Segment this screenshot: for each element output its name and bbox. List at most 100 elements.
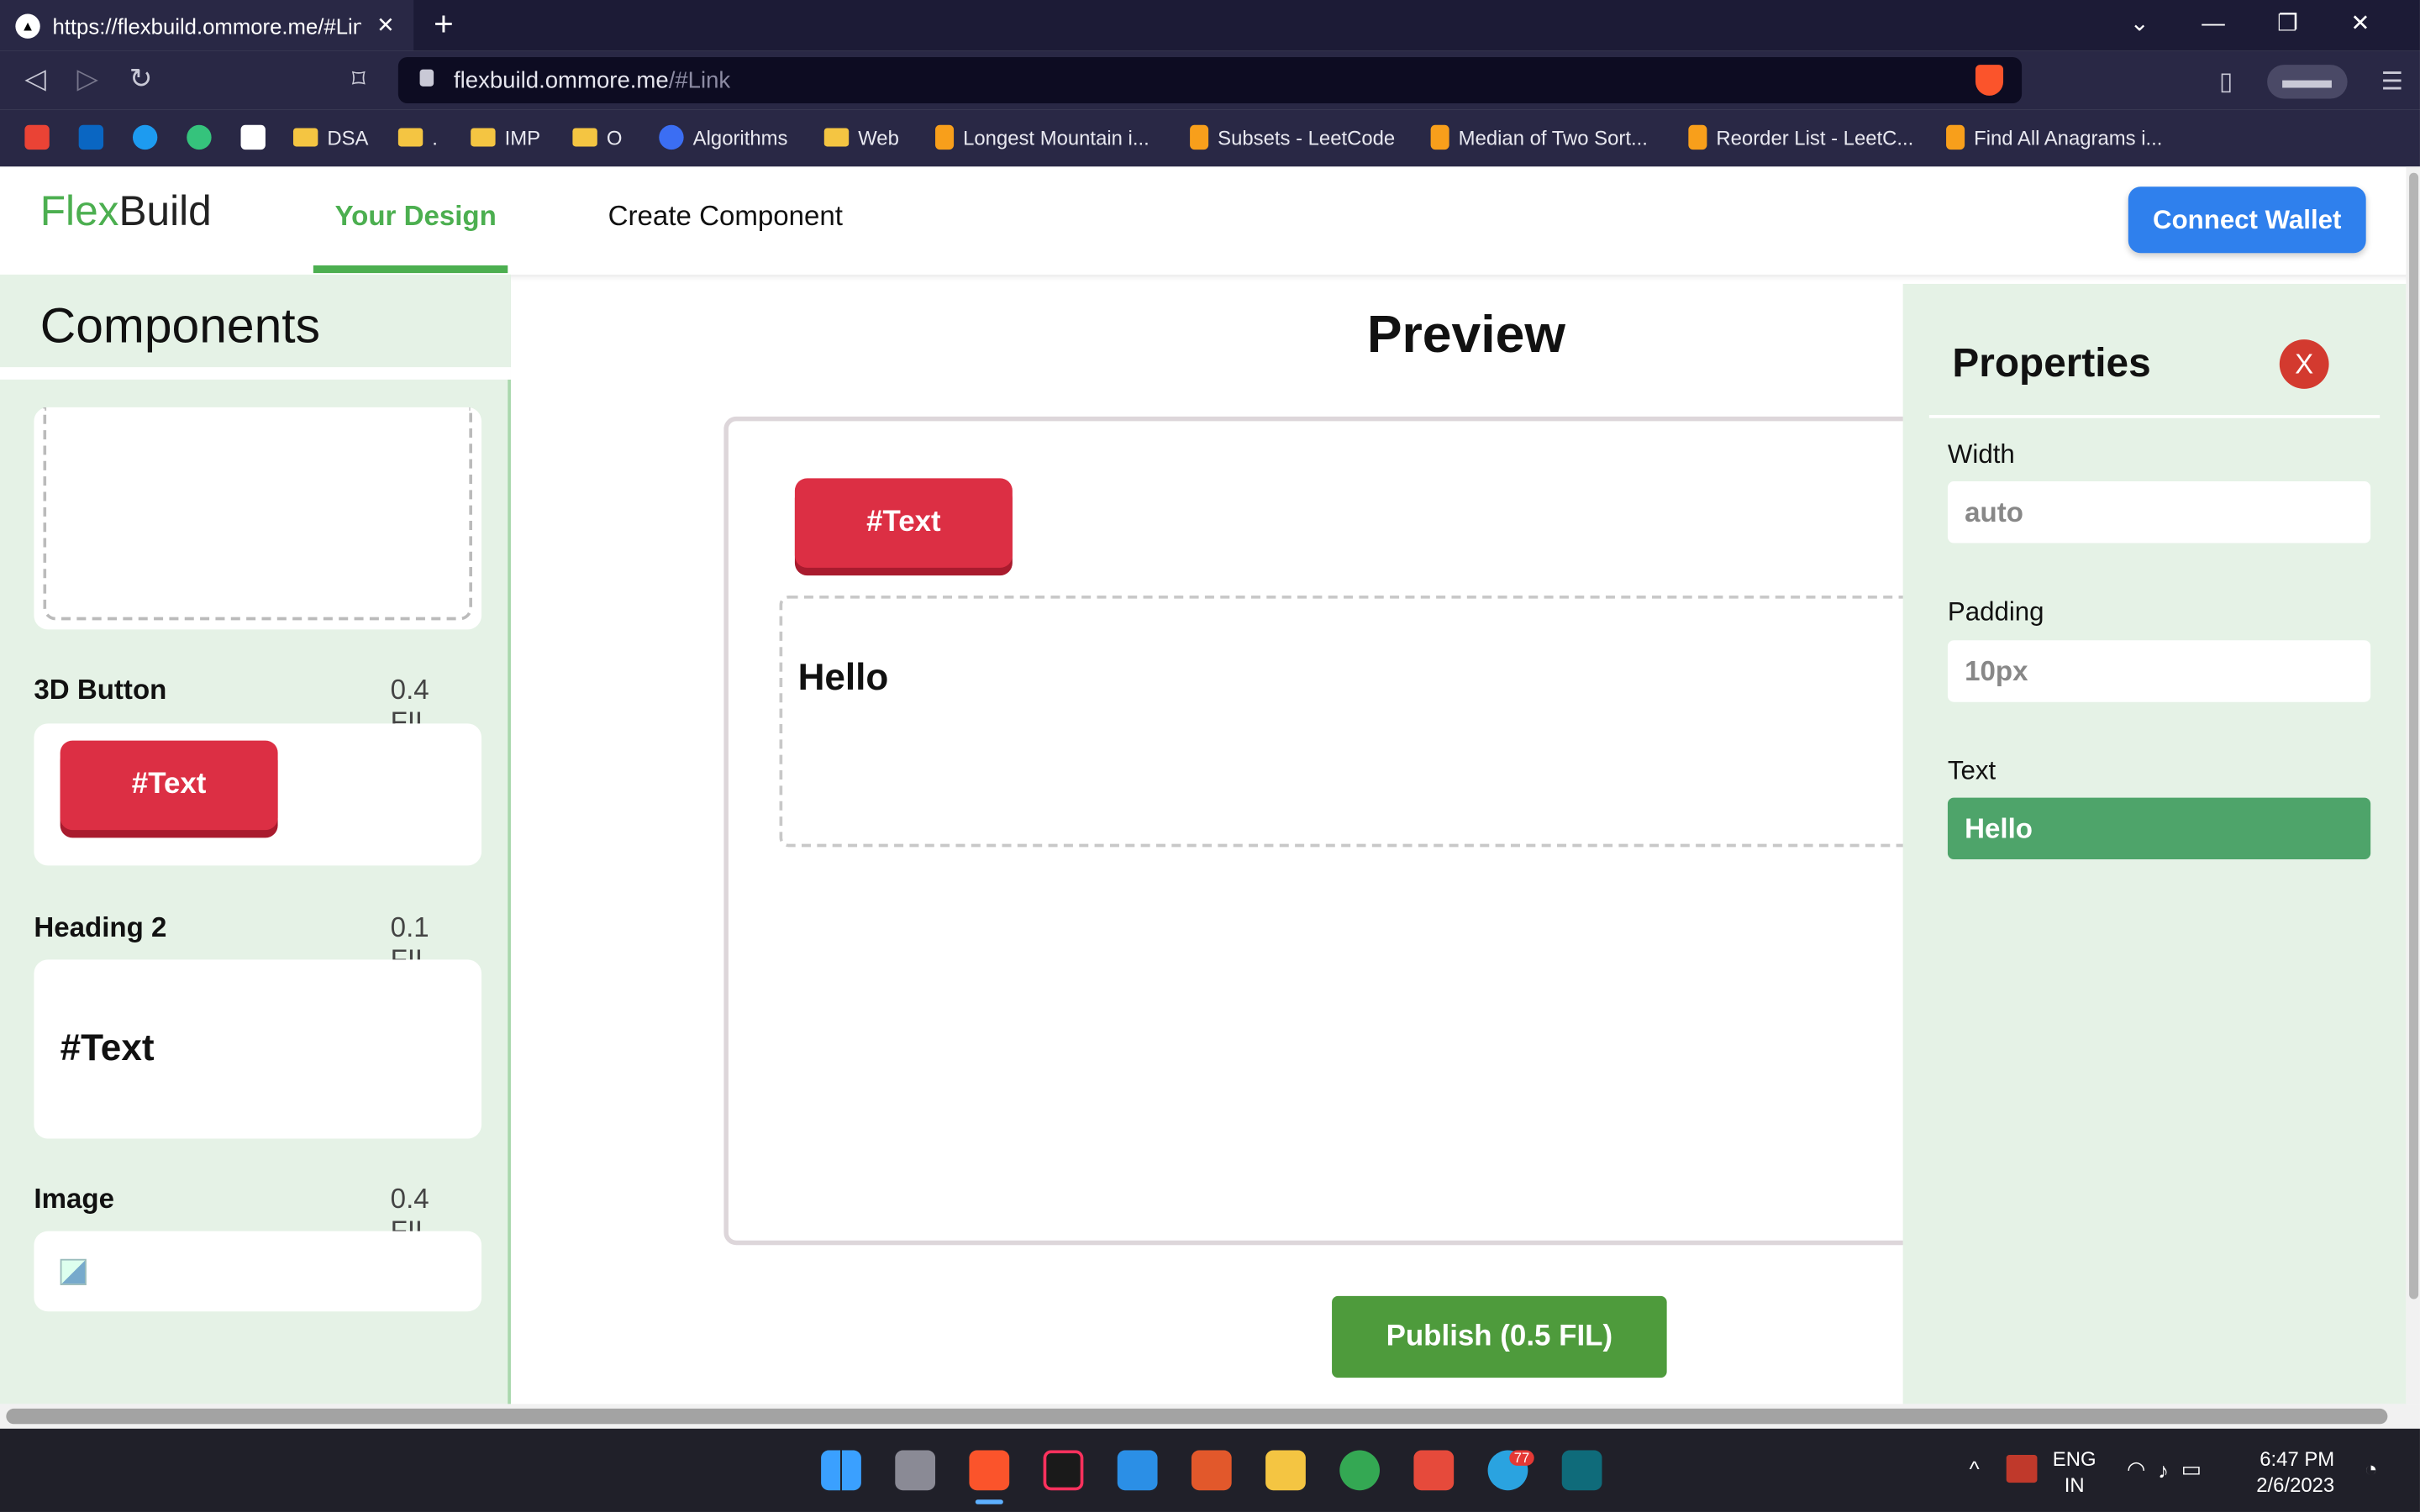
bookmark-twitter[interactable] bbox=[132, 122, 158, 153]
toolbar-right: ▯ ▬▬ ☰ bbox=[2219, 65, 2403, 99]
tab-close-icon[interactable]: ✕ bbox=[376, 13, 395, 39]
text-input[interactable]: Hello bbox=[1947, 797, 2371, 860]
restore-icon[interactable]: ❐ bbox=[2277, 9, 2298, 37]
intellij-icon[interactable] bbox=[1043, 1450, 1084, 1491]
tab-title: https://flexbuild.ommore.me/#Lin bbox=[52, 13, 361, 38]
time-label: 6:47 PM bbox=[2260, 1446, 2335, 1471]
container-dashed-preview bbox=[43, 407, 473, 621]
window-controls: ⌄ — ❐ ✕ bbox=[2130, 9, 2370, 37]
width-input[interactable]: auto bbox=[1947, 481, 2371, 543]
bookmark-leetcode-4[interactable]: Reorder List - LeetC... bbox=[1688, 122, 1913, 153]
profile-glasses-icon[interactable]: ▬▬ bbox=[2266, 65, 2348, 99]
start-icon[interactable] bbox=[821, 1450, 861, 1491]
nav-your-design[interactable]: Your Design bbox=[335, 201, 497, 234]
close-properties-button[interactable]: X bbox=[2279, 339, 2329, 389]
browser-tab[interactable]: ▲ https://flexbuild.ommore.me/#Lin ✕ bbox=[0, 0, 414, 51]
new-tab-button[interactable]: + bbox=[434, 5, 454, 45]
component-preview-3d-button: #Text bbox=[60, 740, 278, 831]
battery-icon: ▭ bbox=[2181, 1456, 2202, 1482]
vscode-icon[interactable] bbox=[1117, 1450, 1158, 1491]
menu-icon[interactable]: ☰ bbox=[2381, 66, 2403, 97]
bookmark-imp[interactable]: IMP bbox=[471, 122, 540, 153]
sidebar-icon[interactable]: ▯ bbox=[2219, 66, 2233, 97]
show-hidden-icons[interactable]: ^ bbox=[1970, 1457, 1980, 1481]
doc-icon bbox=[240, 124, 266, 150]
clock[interactable]: 6:47 PM 2/6/2023 bbox=[2256, 1446, 2334, 1498]
bookmark-dsa[interactable]: DSA bbox=[292, 122, 369, 153]
component-card-image[interactable] bbox=[34, 1231, 482, 1312]
preview-3d-button[interactable]: #Text bbox=[794, 478, 1013, 568]
codechef-icon bbox=[659, 124, 684, 150]
site-favicon: ▲ bbox=[15, 13, 40, 38]
publish-button[interactable]: Publish (0.5 FIL) bbox=[1332, 1295, 1667, 1378]
task-view-icon[interactable] bbox=[895, 1450, 936, 1491]
url-path: /#Link bbox=[668, 66, 731, 94]
bookmark-leetcode-1[interactable]: Longest Mountain i... bbox=[935, 122, 1150, 153]
globe-icon bbox=[187, 124, 212, 150]
bookmark-globe[interactable] bbox=[187, 122, 212, 153]
back-icon[interactable]: ◁ bbox=[24, 63, 45, 96]
component-name: Heading 2 bbox=[34, 911, 167, 943]
bookmark-leetcode-5[interactable]: Find All Anagrams i... bbox=[1946, 122, 2162, 153]
address-bar[interactable]: flexbuild.ommore.me /#Link bbox=[397, 56, 2023, 104]
width-label: Width bbox=[1947, 439, 2015, 470]
preview-drop-container[interactable] bbox=[779, 595, 1953, 848]
bookmark-label: Algorithms bbox=[692, 125, 788, 150]
region-label: IN bbox=[2064, 1473, 2085, 1497]
bookmark-leetcode-2[interactable]: Subsets - LeetCode bbox=[1190, 122, 1395, 153]
brave-beta-icon[interactable] bbox=[1413, 1450, 1455, 1491]
leetcode-icon bbox=[1430, 124, 1449, 150]
system-tray-icons[interactable]: ◠ ♪ ▭ bbox=[2127, 1457, 2202, 1483]
tab-search-icon[interactable]: ⌄ bbox=[2130, 9, 2149, 37]
bookmark-label: Reorder List - LeetC... bbox=[1716, 125, 1914, 150]
app-icon[interactable] bbox=[1561, 1450, 1602, 1491]
bookmark-doc[interactable] bbox=[240, 122, 266, 153]
brave-dev-icon[interactable] bbox=[1191, 1450, 1232, 1491]
folder-icon bbox=[823, 128, 850, 147]
folder-icon bbox=[471, 128, 496, 147]
nav-create-component[interactable]: Create Component bbox=[608, 201, 843, 234]
bookmark-leetcode-3[interactable]: Median of Two Sort... bbox=[1430, 122, 1648, 153]
notification-icon[interactable]: ◔ bbox=[2365, 1457, 2378, 1481]
bookmark-gmail[interactable] bbox=[24, 122, 50, 153]
bookmark-o[interactable]: O bbox=[572, 122, 622, 153]
component-card-container[interactable] bbox=[34, 407, 482, 630]
preview-heading[interactable]: Hello bbox=[798, 657, 889, 700]
bookmark-linkedin[interactable] bbox=[78, 122, 104, 153]
voicemeeter-icon[interactable] bbox=[2006, 1455, 2038, 1483]
nav-active-underline bbox=[313, 265, 508, 274]
folder-icon bbox=[292, 128, 318, 147]
twitter-icon bbox=[132, 124, 158, 150]
connect-wallet-button[interactable]: Connect Wallet bbox=[2128, 186, 2366, 254]
bookmark-dot[interactable]: . bbox=[397, 122, 438, 153]
brave-shield-icon[interactable] bbox=[1975, 65, 2004, 96]
bookmark-icon[interactable]: ⌑ bbox=[352, 65, 366, 96]
file-explorer-icon[interactable] bbox=[1265, 1450, 1306, 1491]
bookmark-algorithms[interactable]: Algorithms bbox=[659, 122, 787, 153]
app-logo[interactable]: FlexBuild bbox=[40, 188, 212, 236]
leetcode-icon bbox=[1688, 124, 1707, 150]
lang-label: ENG bbox=[2052, 1446, 2096, 1471]
chrome-icon[interactable] bbox=[1339, 1450, 1381, 1491]
vertical-scroll-thumb[interactable] bbox=[2409, 172, 2419, 1299]
components-title: Components bbox=[0, 274, 511, 380]
bookmark-label: DSA bbox=[327, 125, 369, 150]
horizontal-scroll-thumb[interactable] bbox=[6, 1408, 2388, 1425]
bookmark-web[interactable]: Web bbox=[823, 122, 899, 153]
bookmark-label: Subsets - LeetCode bbox=[1218, 125, 1396, 150]
forward-icon[interactable]: ▷ bbox=[77, 63, 98, 96]
window-close-icon[interactable]: ✕ bbox=[2350, 9, 2370, 37]
component-name: 3D Button bbox=[34, 674, 167, 706]
minimize-icon[interactable]: — bbox=[2202, 10, 2225, 36]
wifi-icon: ◠ bbox=[2126, 1456, 2146, 1482]
text-label: Text bbox=[1947, 755, 1996, 785]
bookmark-label: O bbox=[606, 125, 623, 150]
reload-icon[interactable]: ↻ bbox=[129, 63, 153, 96]
language-indicator[interactable]: ENG IN bbox=[2053, 1446, 2096, 1498]
brave-taskbar-icon[interactable] bbox=[969, 1450, 1010, 1491]
lock-icon bbox=[419, 69, 434, 87]
padding-input[interactable]: 10px bbox=[1947, 640, 2371, 702]
bookmark-label: Find All Anagrams i... bbox=[1974, 125, 2163, 150]
leetcode-icon bbox=[935, 124, 955, 150]
bookmark-label: Longest Mountain i... bbox=[963, 125, 1150, 150]
